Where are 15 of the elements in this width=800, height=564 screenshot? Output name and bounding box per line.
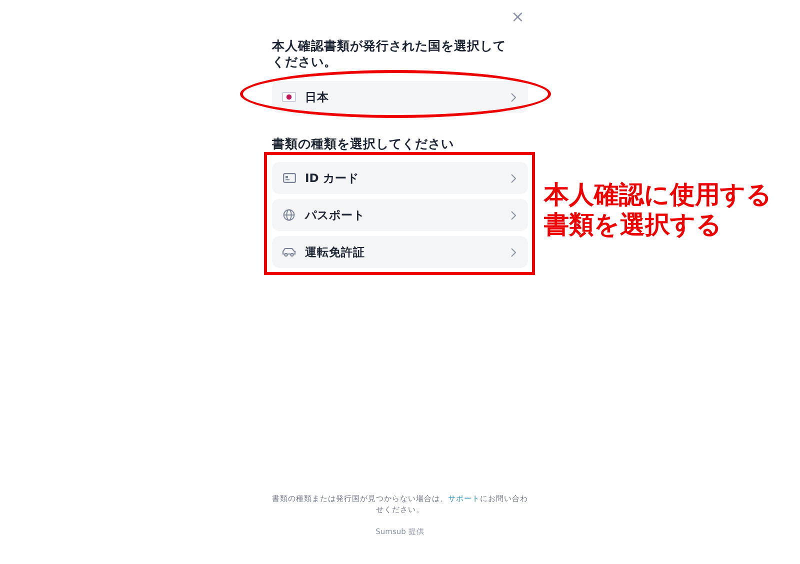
- chevron-icon: [511, 210, 516, 220]
- country-option[interactable]: 日本: [272, 81, 528, 113]
- country-heading: 本人確認書類が発行された国を選択してください。: [272, 38, 507, 70]
- chevron-icon: [511, 92, 516, 102]
- chevron-icon: [511, 248, 516, 256]
- globe-icon: [283, 209, 295, 221]
- chevron-icon: [511, 174, 516, 182]
- document-option[interactable]: 運転免許証: [272, 236, 528, 268]
- document-option[interactable]: パスポート: [272, 199, 528, 231]
- document-heading: 書類の種類を選択してください: [272, 137, 455, 151]
- document-option[interactable]: ID カード: [272, 162, 528, 194]
- id-card-icon: [282, 173, 296, 183]
- annotation-text: 本人確認に使用する書類を選択する: [544, 180, 773, 240]
- car-icon: [282, 247, 296, 257]
- flag-icon: [282, 92, 296, 102]
